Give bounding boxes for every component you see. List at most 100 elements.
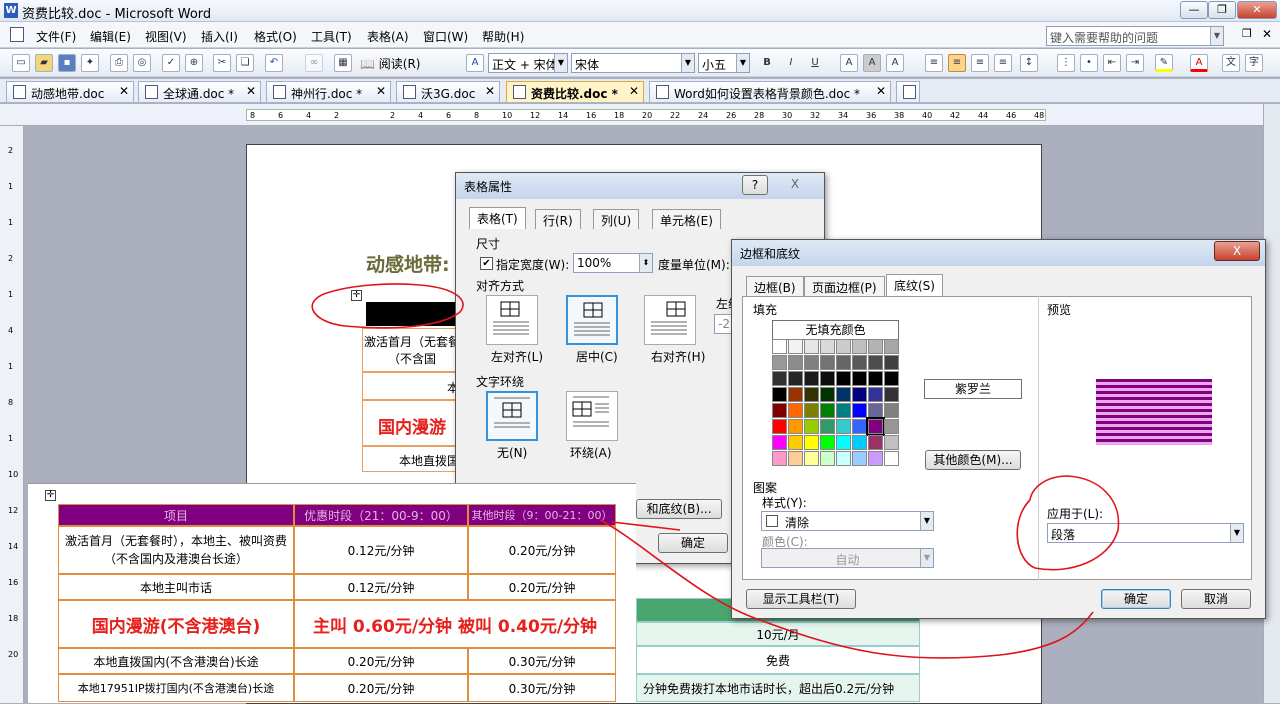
- numbering-icon[interactable]: ⋮: [1057, 54, 1075, 72]
- color-swatch[interactable]: [788, 435, 803, 450]
- align-left-option[interactable]: [486, 295, 538, 345]
- color-swatch[interactable]: [772, 403, 787, 418]
- color-swatch[interactable]: [820, 355, 835, 370]
- color-swatch[interactable]: [772, 451, 787, 466]
- open-icon[interactable]: ▰: [35, 54, 53, 72]
- color-swatch[interactable]: [804, 419, 819, 434]
- minimize-button[interactable]: —: [1180, 1, 1208, 19]
- color-swatch[interactable]: [868, 339, 883, 354]
- more-colors-button[interactable]: 其他颜色(M)...: [925, 450, 1021, 470]
- color-swatch[interactable]: [852, 339, 867, 354]
- color-swatch[interactable]: [820, 451, 835, 466]
- permission-icon[interactable]: ✦: [81, 54, 99, 72]
- menu-table[interactable]: 表格(A): [367, 28, 409, 45]
- color-swatch[interactable]: [804, 339, 819, 354]
- table-move-handle[interactable]: ✛: [45, 490, 56, 501]
- color-swatch[interactable]: [836, 355, 851, 370]
- show-toolbar-button[interactable]: 显示工具栏(T): [746, 589, 856, 609]
- align-left-icon[interactable]: ≡: [925, 54, 943, 72]
- print-preview-icon[interactable]: ◎: [133, 54, 151, 72]
- color-swatch[interactable]: [884, 403, 899, 418]
- color-swatch[interactable]: [820, 419, 835, 434]
- color-swatch[interactable]: [804, 387, 819, 402]
- menu-insert[interactable]: 插入(I): [201, 28, 238, 45]
- menu-help[interactable]: 帮助(H): [482, 28, 524, 45]
- color-swatch[interactable]: [852, 387, 867, 402]
- color-swatch[interactable]: [852, 371, 867, 386]
- close-icon[interactable]: ✕: [119, 84, 129, 98]
- tab-szx[interactable]: 神州行.doc * ✕: [266, 81, 391, 102]
- color-swatch[interactable]: [884, 451, 899, 466]
- color-swatch[interactable]: [868, 355, 883, 370]
- enclose-char-icon[interactable]: 字: [1245, 54, 1263, 72]
- save-icon[interactable]: ▪: [58, 54, 76, 72]
- undo-icon[interactable]: ↶: [265, 54, 283, 72]
- color-swatch[interactable]: [852, 451, 867, 466]
- justify-icon[interactable]: ≡: [994, 54, 1012, 72]
- color-swatch[interactable]: [788, 387, 803, 402]
- help-button[interactable]: ?: [742, 175, 768, 195]
- tab-table[interactable]: 表格(T): [469, 207, 526, 229]
- decrease-indent-icon[interactable]: ⇤: [1103, 54, 1121, 72]
- wrap-around-option[interactable]: [566, 391, 618, 441]
- cancel-button[interactable]: 取消: [1181, 589, 1251, 609]
- align-right-option[interactable]: [644, 295, 696, 345]
- color-swatch[interactable]: [868, 403, 883, 418]
- tables-icon[interactable]: ▦: [334, 54, 352, 72]
- help-search-input[interactable]: 键入需要帮助的问题 ▼: [1046, 26, 1224, 46]
- color-swatch[interactable]: [836, 371, 851, 386]
- new-icon[interactable]: ▭: [12, 54, 30, 72]
- doc-menu-icon[interactable]: [10, 27, 24, 42]
- close-icon[interactable]: ✕: [376, 84, 386, 98]
- menu-tools[interactable]: 工具(T): [311, 28, 352, 45]
- color-swatch[interactable]: [820, 403, 835, 418]
- color-swatch[interactable]: [788, 371, 803, 386]
- color-swatch[interactable]: [788, 451, 803, 466]
- align-center-icon[interactable]: ≡: [948, 54, 966, 72]
- line-spacing-icon[interactable]: ↕: [1020, 54, 1038, 72]
- color-swatch[interactable]: [884, 339, 899, 354]
- close-button[interactable]: X: [778, 175, 812, 195]
- color-swatch[interactable]: [772, 419, 787, 434]
- color-swatch[interactable]: [836, 403, 851, 418]
- spelling-icon[interactable]: ✓: [162, 54, 180, 72]
- color-swatch[interactable]: [820, 339, 835, 354]
- horizontal-ruler[interactable]: 8 6 4 2 2 4 6 8 10 12 14 16 18 20 22 24 26 28 30 32 34 36 38 40…: [0, 104, 1280, 126]
- align-center-option[interactable]: [566, 295, 618, 345]
- tab-word-howto[interactable]: Word如何设置表格背景颜色.doc * ✕: [649, 81, 891, 102]
- color-swatch[interactable]: [868, 451, 883, 466]
- tab-shading[interactable]: 底纹(S): [886, 274, 943, 296]
- restore-button[interactable]: ❐: [1208, 1, 1236, 19]
- pattern-color-select[interactable]: 自动 ▼: [761, 548, 934, 568]
- color-swatch[interactable]: [836, 419, 851, 434]
- tab-borders[interactable]: 边框(B): [746, 276, 804, 296]
- hyperlink-icon[interactable]: ∞: [305, 54, 323, 72]
- font-color-icon[interactable]: A: [1190, 54, 1208, 72]
- doc-close-icon[interactable]: ✕: [1262, 27, 1272, 41]
- color-swatch[interactable]: [884, 435, 899, 450]
- color-swatch[interactable]: [868, 387, 883, 402]
- underline-button[interactable]: U: [806, 54, 824, 72]
- color-palette[interactable]: [772, 339, 900, 467]
- color-swatch[interactable]: [804, 371, 819, 386]
- color-swatch[interactable]: [804, 355, 819, 370]
- color-swatch[interactable]: [852, 403, 867, 418]
- tab-qqt[interactable]: 全球通.doc * ✕: [138, 81, 261, 102]
- ok-button[interactable]: 确定: [1101, 589, 1171, 609]
- color-swatch[interactable]: [772, 355, 787, 370]
- color-swatch[interactable]: [852, 355, 867, 370]
- color-swatch[interactable]: [820, 387, 835, 402]
- table-ok-button[interactable]: 确定: [658, 533, 728, 553]
- close-icon[interactable]: ✕: [629, 84, 639, 98]
- close-icon[interactable]: ✕: [876, 84, 886, 98]
- cut-icon[interactable]: ✂: [213, 54, 231, 72]
- apply-to-select[interactable]: 段落 ▼: [1047, 523, 1244, 543]
- tab-new[interactable]: [896, 81, 920, 102]
- tab-cell[interactable]: 单元格(E): [652, 209, 721, 229]
- style-select[interactable]: 正文 + 宋体 ▼: [488, 53, 568, 73]
- close-icon[interactable]: ✕: [246, 84, 256, 98]
- color-swatch[interactable]: [804, 435, 819, 450]
- align-right-icon[interactable]: ≡: [971, 54, 989, 72]
- borders-shading-button[interactable]: 和底纹(B)...: [636, 499, 722, 519]
- menu-edit[interactable]: 编辑(E): [90, 28, 131, 45]
